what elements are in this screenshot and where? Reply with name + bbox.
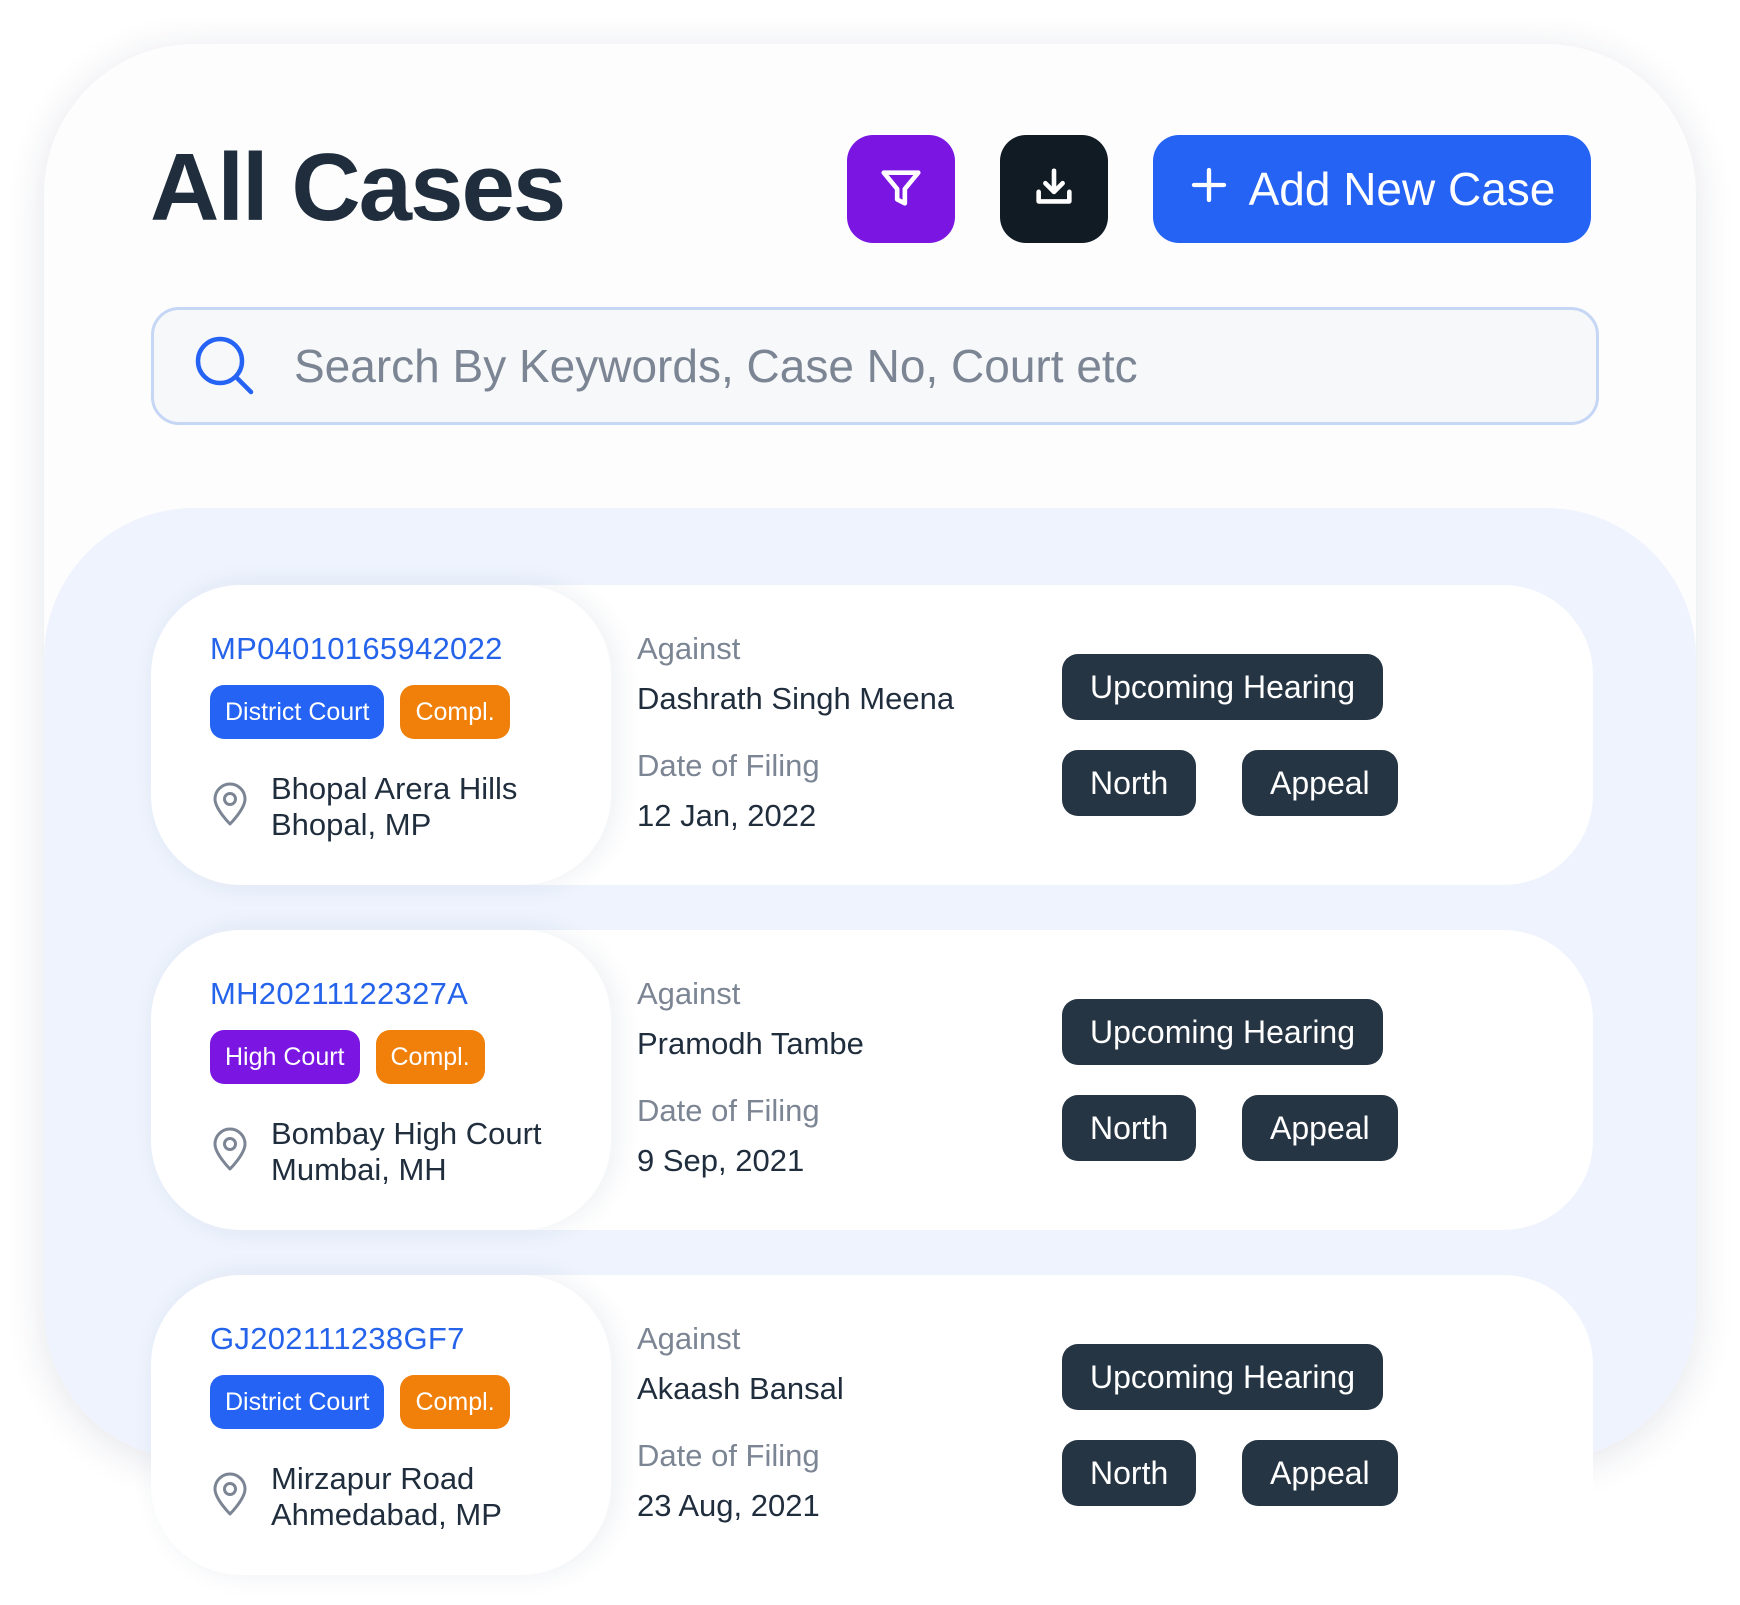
location-line-2: Mumbai, MH	[271, 1152, 447, 1187]
court-badge: District Court	[210, 685, 385, 739]
date-of-filing-label: Date of Filing	[637, 1093, 820, 1128]
case-card-summary: GJ202111238GF7 District Court Compl. Mir…	[151, 1275, 611, 1575]
against-value: Dashrath Singh Meena	[637, 681, 955, 716]
against-label: Against	[637, 1321, 741, 1356]
case-tags: High Court Compl.	[210, 1030, 485, 1084]
case-card[interactable]: GJ202111238GF7 District Court Compl. Mir…	[151, 1275, 1593, 1575]
add-new-case-label: Add New Case	[1248, 163, 1556, 215]
case-card-summary: MH20211122327A High Court Compl. Bombay …	[151, 930, 611, 1230]
location-line-1: Bhopal Arera Hills	[271, 771, 518, 806]
date-of-filing-value: 12 Jan, 2022	[637, 798, 817, 833]
download-icon	[1031, 165, 1077, 214]
region-badge: North	[1062, 1440, 1197, 1506]
status-badge: Compl.	[375, 1030, 485, 1084]
status-badge: Compl.	[400, 685, 510, 739]
map-pin-icon	[211, 781, 249, 827]
case-type-badge: Appeal	[1242, 1095, 1398, 1161]
hearing-badge: Upcoming Hearing	[1062, 1344, 1384, 1410]
page-title: All Cases	[150, 134, 566, 241]
status-badge: Compl.	[400, 1375, 510, 1429]
case-tags: District Court Compl.	[210, 1375, 510, 1429]
case-card[interactable]: MH20211122327A High Court Compl. Bombay …	[151, 930, 1593, 1230]
map-pin-icon	[211, 1471, 249, 1517]
region-badge: North	[1062, 750, 1197, 816]
case-card[interactable]: MP04010165942022 District Court Compl. B…	[151, 585, 1593, 885]
date-of-filing-label: Date of Filing	[637, 1438, 820, 1473]
location-line-2: Bhopal, MP	[271, 807, 432, 842]
search-icon	[192, 333, 258, 399]
case-number-link[interactable]: MH20211122327A	[210, 976, 468, 1012]
download-button[interactable]	[1000, 135, 1108, 243]
filter-funnel-icon	[878, 165, 924, 214]
date-of-filing-label: Date of Filing	[637, 748, 820, 783]
map-pin-icon	[211, 1126, 249, 1172]
against-label: Against	[637, 976, 741, 1011]
hearing-badge: Upcoming Hearing	[1062, 999, 1384, 1065]
date-of-filing-value: 9 Sep, 2021	[637, 1143, 805, 1178]
case-number-link[interactable]: GJ202111238GF7	[210, 1321, 465, 1357]
court-badge: High Court	[210, 1030, 360, 1084]
location-line-2: Ahmedabad, MP	[271, 1497, 502, 1532]
against-label: Against	[637, 631, 741, 666]
hearing-badge: Upcoming Hearing	[1062, 654, 1384, 720]
location-line-1: Mirzapur Road	[271, 1461, 475, 1496]
location-line-1: Bombay High Court	[271, 1116, 542, 1151]
case-number-link[interactable]: MP04010165942022	[210, 631, 503, 667]
against-value: Akaash Bansal	[637, 1371, 844, 1406]
filter-button[interactable]	[847, 135, 955, 243]
case-type-badge: Appeal	[1242, 750, 1398, 816]
case-card-summary: MP04010165942022 District Court Compl. B…	[151, 585, 611, 885]
date-of-filing-value: 23 Aug, 2021	[637, 1488, 820, 1523]
case-tags: District Court Compl.	[210, 685, 510, 739]
add-new-case-button[interactable]: Add New Case	[1153, 135, 1591, 243]
plus-icon	[1189, 157, 1229, 215]
against-value: Pramodh Tambe	[637, 1026, 864, 1061]
region-badge: North	[1062, 1095, 1197, 1161]
search-input[interactable]	[292, 338, 1542, 394]
search-bar	[151, 307, 1599, 425]
court-badge: District Court	[210, 1375, 385, 1429]
case-type-badge: Appeal	[1242, 1440, 1398, 1506]
